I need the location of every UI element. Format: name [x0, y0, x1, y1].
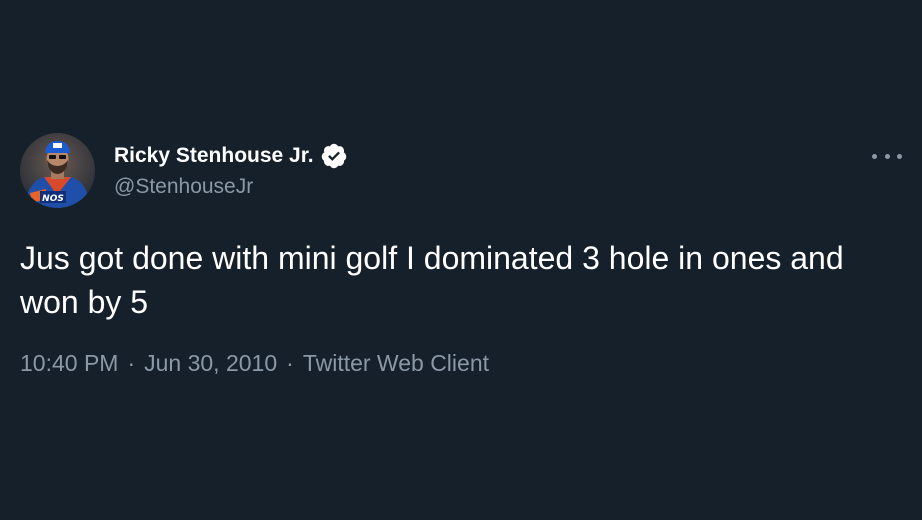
tweet-card: NOS Ricky Stenhouse Jr. @StenhouseJr Jus… [0, 0, 922, 520]
author-handle[interactable]: @StenhouseJr [114, 173, 253, 201]
profile-photo-icon: NOS [20, 133, 95, 208]
meta-separator: · [127, 350, 136, 376]
tweet-source[interactable]: Twitter Web Client [303, 350, 489, 376]
more-dot [897, 153, 902, 159]
meta-separator: · [286, 350, 294, 376]
author-avatar[interactable]: NOS [20, 133, 95, 208]
tweet-meta: 10:40 PM · Jun 30, 2010 · Twitter Web Client [20, 348, 489, 378]
verified-badge-icon [320, 142, 348, 170]
author-display-name[interactable]: Ricky Stenhouse Jr. [114, 142, 314, 170]
tweet-text: Jus got done with mini golf I dominated … [20, 240, 844, 320]
author-name-row: Ricky Stenhouse Jr. [114, 142, 348, 170]
more-dot [872, 153, 877, 159]
avatar-logo-text: NOS [42, 194, 64, 204]
tweet-date[interactable]: Jun 30, 2010 [144, 350, 277, 376]
tweet-time[interactable]: 10:40 PM [20, 350, 118, 376]
more-dot [884, 153, 890, 159]
more-options-icon[interactable] [872, 146, 902, 166]
